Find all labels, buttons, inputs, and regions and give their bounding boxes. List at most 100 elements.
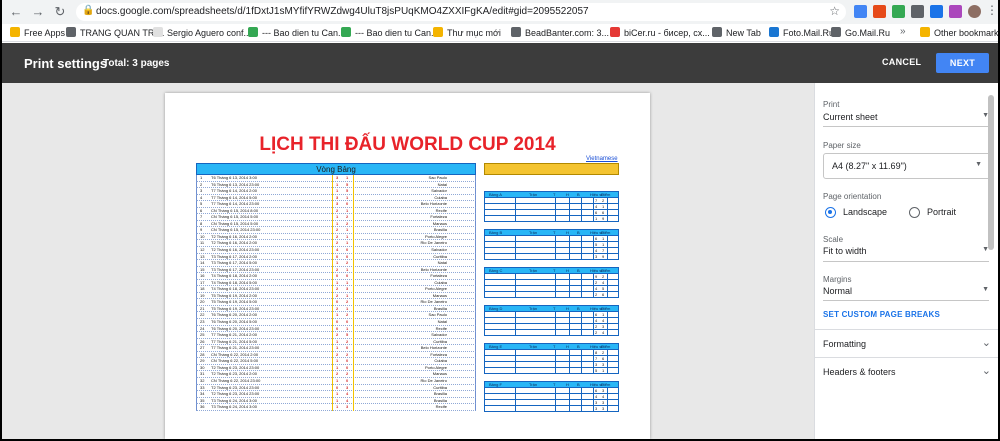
color-picker-icon[interactable] <box>949 5 962 18</box>
scale-select[interactable]: Fit to width ▼ <box>823 246 989 256</box>
star-icon[interactable]: ☆ <box>829 4 840 18</box>
column-divider <box>593 368 594 373</box>
bookmark-item[interactable]: Thư mục mới <box>433 27 501 40</box>
print-select[interactable]: Current sheet ▼ <box>823 112 989 122</box>
paper-size-select[interactable]: A4 (8.27" x 11.69") ▼ <box>823 153 993 179</box>
translate-icon[interactable] <box>854 5 867 18</box>
bookmark-item[interactable]: Sergio Aguero conf... <box>153 27 251 40</box>
column-divider <box>515 248 516 253</box>
bookmark-label: --- Bao dien tu Can... <box>355 28 439 38</box>
match-cell: T3 Tháng 6 24, 2014 3:00 <box>211 404 257 410</box>
browser-window: ← → ↻ 🔒 docs.google.com/spreadsheets/d/1… <box>2 0 998 439</box>
column-divider <box>569 236 570 241</box>
match-cell: 1 <box>336 404 339 410</box>
bookmark-item[interactable]: New Tab <box>712 27 761 40</box>
extension-icon[interactable] <box>930 5 943 18</box>
column-divider <box>607 312 608 317</box>
group-header-row: Bảng C Trận T H B Hiệu số Điểm <box>484 267 619 274</box>
landscape-radio[interactable] <box>825 207 836 218</box>
url-field[interactable]: 🔒 docs.google.com/spreadsheets/d/1fDxtJ1… <box>76 3 846 21</box>
bookmark-label: Go.Mail.Ru <box>845 28 891 38</box>
column-divider <box>515 204 516 209</box>
column-divider <box>607 204 608 209</box>
group-team-row: 39 <box>484 254 619 260</box>
column-divider <box>607 330 608 335</box>
points-cell: 6 <box>602 292 605 297</box>
download-icon[interactable] <box>911 5 924 18</box>
portrait-radio[interactable] <box>909 207 920 218</box>
margins-select[interactable]: Normal ▼ <box>823 286 989 296</box>
back-icon[interactable]: ← <box>8 4 24 20</box>
column-divider <box>555 204 556 209</box>
column-divider <box>569 368 570 373</box>
match-cell: 36 <box>200 404 205 410</box>
office-icon[interactable] <box>873 5 886 18</box>
column-divider <box>593 254 594 259</box>
column-divider <box>581 280 582 285</box>
bookmark-item[interactable]: BeadBanter.com: 3... <box>511 27 609 40</box>
table-row: 36 T3 Tháng 6 24, 2014 3:00 1 3 Recife <box>196 404 476 411</box>
column-divider <box>569 242 570 247</box>
column-divider <box>569 362 570 367</box>
column-divider <box>555 248 556 253</box>
column-divider <box>515 236 516 241</box>
headers-footers-section[interactable]: Headers & footers ⌄ <box>815 357 998 385</box>
url-text: docs.google.com/spreadsheets/d/1fDxtJ1sM… <box>96 6 589 17</box>
column-divider <box>581 400 582 405</box>
sheet-title: LỊCH THI ĐẤU WORLD CUP 2014 <box>259 134 556 155</box>
other-bookmarks[interactable]: Other bookmarks <box>920 27 998 40</box>
bookmark-item[interactable]: --- Bao dien tu Can... <box>341 27 439 40</box>
column-divider <box>555 312 556 317</box>
column-divider <box>593 286 594 291</box>
column-divider <box>593 394 594 399</box>
divider <box>823 261 989 262</box>
reload-icon[interactable]: ↻ <box>52 4 68 20</box>
bookmark-item[interactable]: Go.Mail.Ru <box>831 27 890 40</box>
custom-page-breaks-link[interactable]: SET CUSTOM PAGE BREAKS <box>823 310 940 319</box>
more-bookmarks-icon[interactable]: » <box>900 26 906 37</box>
menu-icon[interactable]: ⋮ <box>986 3 998 17</box>
column-divider <box>607 280 608 285</box>
group-team-row: 19 <box>484 216 619 222</box>
column-divider <box>569 198 570 203</box>
scrollbar[interactable] <box>988 95 994 250</box>
formatting-section[interactable]: Formatting ⌄ <box>815 329 998 357</box>
next-button[interactable]: NEXT <box>936 53 989 73</box>
column-divider <box>515 350 516 355</box>
bookmark-favicon-icon <box>153 27 163 37</box>
column-divider <box>607 242 608 247</box>
column-divider <box>353 404 354 411</box>
column-divider <box>515 198 516 203</box>
match-cell: Recife <box>435 404 447 410</box>
bookmark-item[interactable]: TRANG QUAN TRI... <box>66 27 164 40</box>
column-divider <box>569 312 570 317</box>
column-divider <box>515 312 516 317</box>
column-divider <box>555 242 556 247</box>
extension-icon[interactable] <box>892 5 905 18</box>
column-divider <box>555 254 556 259</box>
column-divider <box>581 198 582 203</box>
bookmark-favicon-icon <box>769 27 779 37</box>
scale-value: Fit to width <box>823 246 867 256</box>
bookmark-item[interactable]: biCer.ru - бисер, сх... <box>610 27 710 40</box>
goal-diff-cell: 3 <box>595 254 598 259</box>
column-divider <box>569 318 570 323</box>
column-divider <box>569 406 570 411</box>
bookmark-item[interactable]: --- Bao dien tu Can... <box>248 27 346 40</box>
group-team-row: 51 <box>484 368 619 374</box>
column-divider <box>593 318 594 323</box>
scale-label: Scale <box>823 235 844 244</box>
column-divider <box>569 330 570 335</box>
address-bar-row: ← → ↻ 🔒 docs.google.com/spreadsheets/d/1… <box>2 0 998 24</box>
column-divider <box>593 280 594 285</box>
column-divider <box>607 324 608 329</box>
avatar[interactable] <box>968 5 981 18</box>
column-divider <box>555 330 556 335</box>
column-divider <box>569 210 570 215</box>
bookmark-item[interactable]: Foto.Mail.Ru <box>769 27 834 40</box>
bookmark-item[interactable]: Free Apps <box>10 27 65 40</box>
margins-value: Normal <box>823 286 853 296</box>
column-divider <box>515 216 516 221</box>
cancel-button[interactable]: CANCEL <box>882 57 921 67</box>
forward-icon[interactable]: → <box>30 4 46 20</box>
